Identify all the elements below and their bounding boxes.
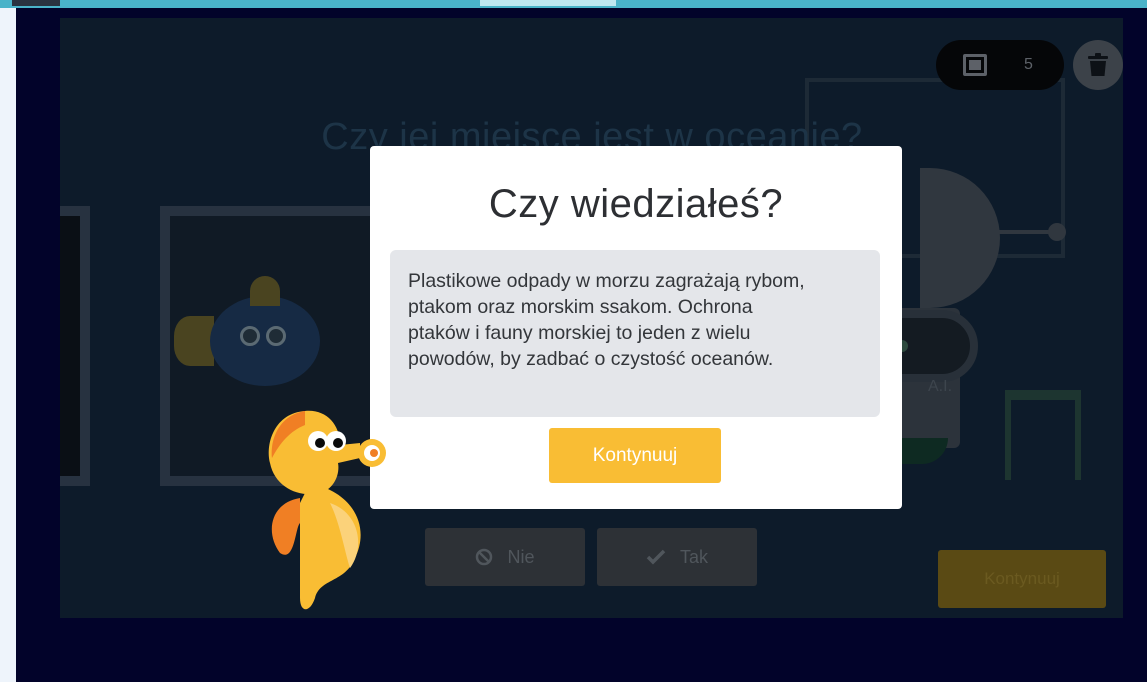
trash-button[interactable] [1073,40,1123,90]
book-icon [963,54,987,76]
lamp-arm [998,230,1050,234]
trash-icon [1088,53,1108,76]
fact-line: ptaków i fauny morskiej to jeden z wielu [408,322,751,344]
top-bar-left-segment [12,0,60,6]
background-continue-button[interactable]: Kontynuuj [938,550,1106,608]
yes-button-label: Tak [679,546,708,567]
no-button[interactable]: Nie [425,528,585,586]
browser-top-bar [0,0,1147,8]
fact-line: powodów, by zadbać o czystość oceanów. [408,348,774,370]
dialog-title: Czy wiedziałeś? [488,182,784,226]
stool [1005,390,1081,480]
game-stage: 5 Czy jej miejsce jest w oceanie? A.I. N… [60,18,1123,618]
yes-button[interactable]: Tak [597,528,757,586]
fish-body [210,296,320,386]
fish-tail [174,316,214,366]
continue-button[interactable]: Kontynuuj [549,428,721,483]
app-frame: 5 Czy jej miejsce jest w oceanie? A.I. N… [16,8,1147,682]
fact-box: Plastikowe odpady w morzu zagrażają rybo… [390,250,880,417]
fact-dialog: Czy wiedziałeś? Plastikowe odpady w morz… [370,146,902,509]
robot-label: A.I. [928,378,953,395]
fact-text: Plastikowe odpady w morzu zagrażają rybo… [408,268,862,372]
top-bar-mid-segment [480,0,616,6]
fish-eye-left [240,326,260,346]
check-icon [646,549,666,565]
fish-eye-right [266,326,286,346]
ban-icon [476,548,493,566]
card-left [60,206,90,486]
no-button-label: Nie [507,546,535,567]
fish-fin [250,276,280,306]
lamp-joint [1048,223,1066,241]
collection-counter[interactable]: 5 [936,40,1064,90]
collection-count: 5 [1024,56,1033,73]
fact-line: ptakom oraz morskim ssakom. Ochrona [408,296,753,318]
seahorse-mascot [268,410,386,610]
fact-line: Plastikowe odpady w morzu zagrażają rybo… [408,270,805,292]
